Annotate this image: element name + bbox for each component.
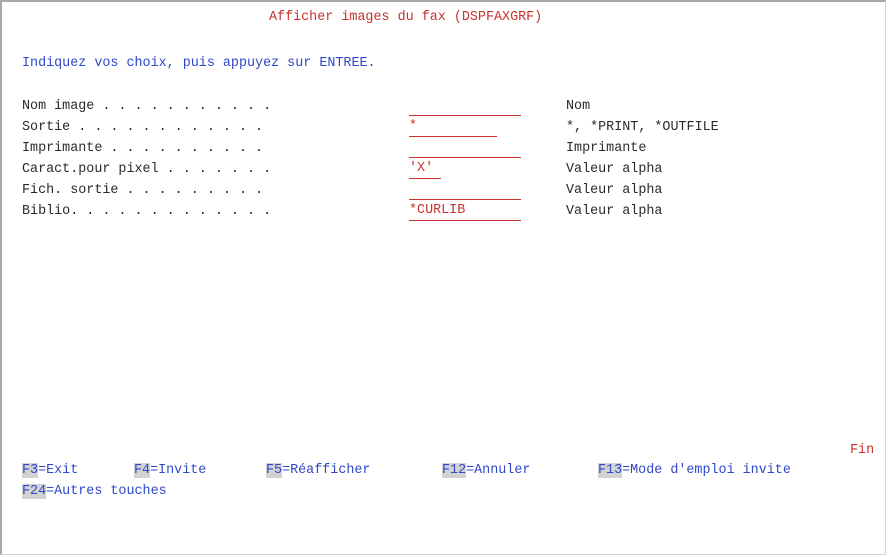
f24-key-label: F24 — [22, 484, 47, 499]
f3-key-label: F3 — [22, 463, 39, 478]
f12-key-label: F12 — [442, 463, 467, 478]
f3-key-text: =Exit — [38, 463, 79, 478]
f3-exit-key[interactable]: F3=Exit — [22, 463, 78, 479]
field-label-sortie: Sortie . . . . . . . . . . . . — [22, 120, 264, 135]
field-label-imprimante: Imprimante . . . . . . . . . . — [22, 141, 264, 156]
f13-key-text: =Mode d'emploi invite — [622, 463, 791, 478]
f4-key-text: =Invite — [150, 463, 207, 478]
f24-autres-touches-key[interactable]: F24=Autres touches — [22, 484, 167, 500]
f5-reafficher-key[interactable]: F5=Réafficher — [266, 463, 370, 479]
end-marker: Fin — [850, 443, 875, 458]
f4-invite-key[interactable]: F4=Invite — [134, 463, 206, 479]
nom-image-input[interactable] — [409, 98, 521, 116]
caract-pixel-input[interactable]: 'X' — [409, 161, 441, 179]
field-label-biblio: Biblio. . . . . . . . . . . . . — [22, 204, 272, 219]
imprimante-input[interactable] — [409, 140, 521, 158]
field-hint-caract-pixel: Valeur alpha — [566, 162, 663, 177]
f13-key-label: F13 — [598, 463, 623, 478]
instruction-text: Indiquez vos choix, puis appuyez sur ENT… — [22, 56, 376, 71]
f5-key-label: F5 — [266, 463, 283, 478]
field-hint-nom-image: Nom — [566, 99, 591, 114]
screen-title: Afficher images du fax (DSPFAXGRF) — [269, 10, 543, 25]
f24-key-text: =Autres touches — [46, 484, 167, 499]
f12-annuler-key[interactable]: F12=Annuler — [442, 463, 530, 479]
field-hint-imprimante: Imprimante — [566, 141, 647, 156]
f4-key-label: F4 — [134, 463, 151, 478]
field-hint-sortie: *, *PRINT, *OUTFILE — [566, 120, 719, 135]
f13-mode-emploi-key[interactable]: F13=Mode d'emploi invite — [598, 463, 791, 479]
field-label-caract-pixel: Caract.pour pixel . . . . . . . — [22, 162, 272, 177]
f12-key-text: =Annuler — [466, 463, 531, 478]
field-hint-biblio: Valeur alpha — [566, 204, 663, 219]
field-hint-fich-sortie: Valeur alpha — [566, 183, 663, 198]
f5-key-text: =Réafficher — [282, 463, 371, 478]
field-label-nom-image: Nom image . . . . . . . . . . . — [22, 99, 272, 114]
field-label-fich-sortie: Fich. sortie . . . . . . . . . — [22, 183, 264, 198]
sortie-input[interactable]: * — [409, 119, 497, 137]
biblio-input[interactable]: *CURLIB — [409, 203, 521, 221]
fich-sortie-input[interactable] — [409, 182, 521, 200]
